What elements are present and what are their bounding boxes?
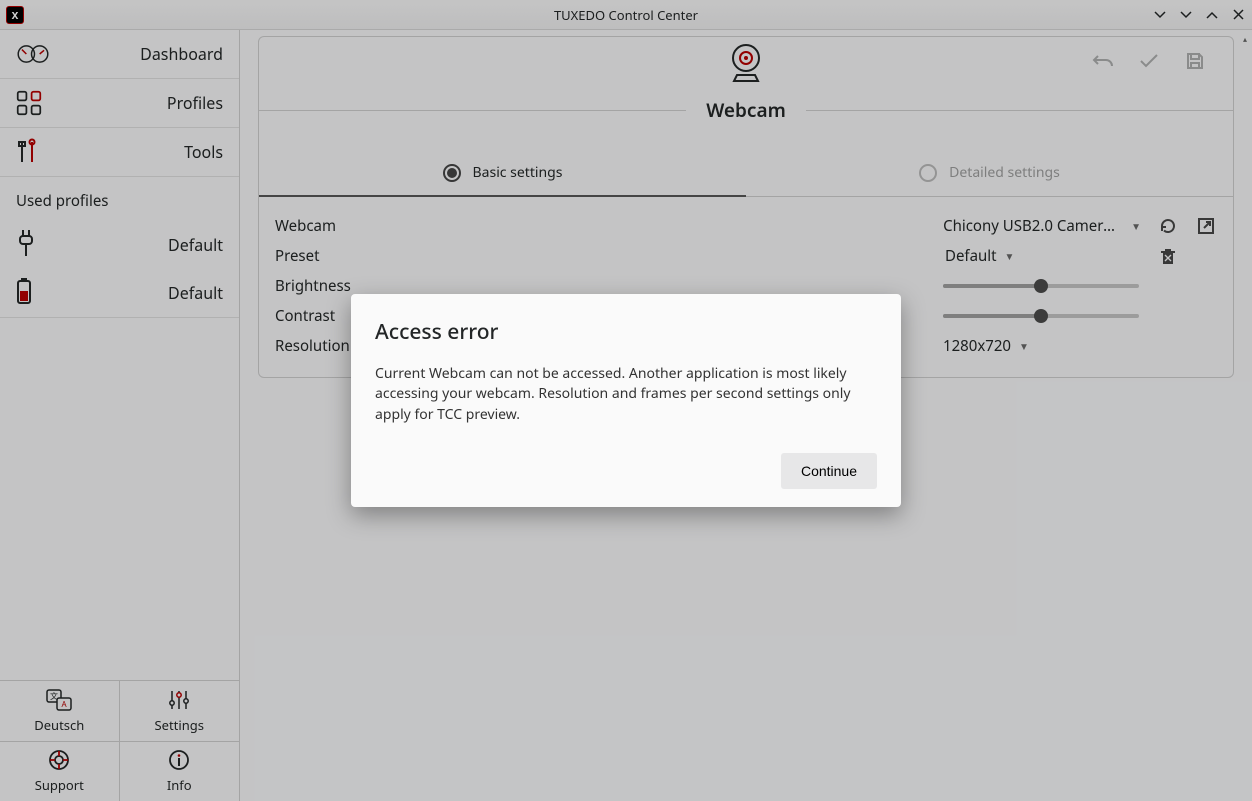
access-error-dialog: Access error Current Webcam can not be a… (351, 294, 901, 507)
dialog-message: Current Webcam can not be accessed. Anot… (375, 364, 877, 425)
dialog-title: Access error (375, 318, 877, 346)
continue-button[interactable]: Continue (781, 453, 877, 489)
modal-overlay: Access error Current Webcam can not be a… (0, 0, 1252, 801)
